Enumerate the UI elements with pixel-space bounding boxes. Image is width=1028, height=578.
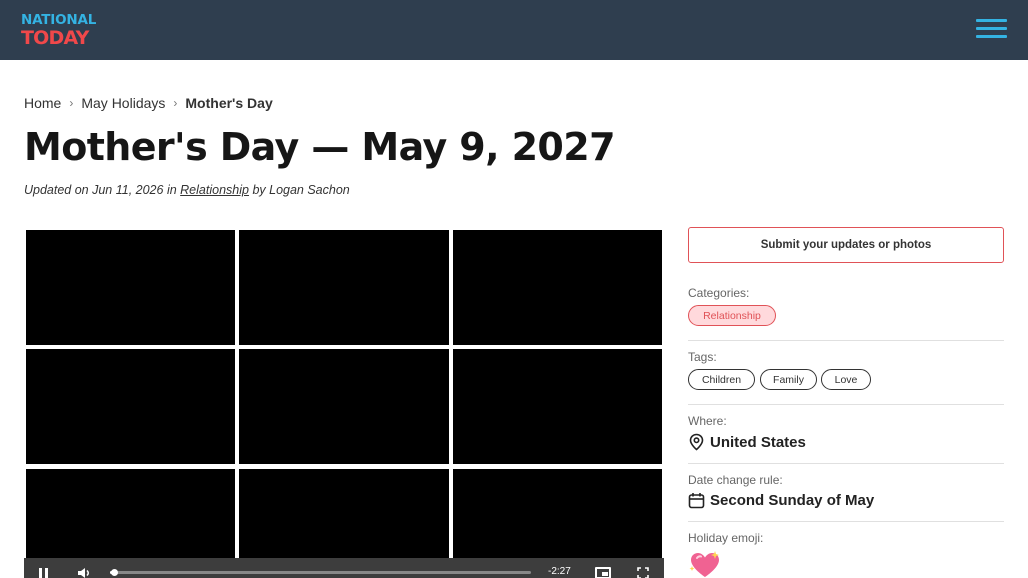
sidebar-divider <box>688 463 1004 464</box>
site-header: NATIONAL TODAY <box>0 0 1028 60</box>
tag-chip-family[interactable]: Family <box>760 369 817 390</box>
video-tile <box>453 469 662 569</box>
video-progress-bar[interactable] <box>110 569 531 576</box>
video-tile <box>453 230 662 345</box>
breadcrumb-separator-icon: › <box>173 96 178 110</box>
calendar-icon <box>688 493 705 509</box>
logo-line-today: TODAY <box>21 27 89 49</box>
map-pin-icon <box>689 433 704 451</box>
fullscreen-icon[interactable] <box>637 567 649 578</box>
time-remaining: -2:27 <box>548 566 571 577</box>
tag-chip-love[interactable]: Love <box>821 369 871 390</box>
video-progress-handle[interactable] <box>111 569 119 576</box>
video-tile <box>26 230 235 345</box>
page-title: Mother's Day — May 9, 2027 <box>24 125 616 169</box>
video-controls: -2:27 <box>24 558 664 578</box>
breadcrumb: Home › May Holidays › Mother's Day <box>24 94 273 112</box>
pause-icon[interactable] <box>39 568 49 578</box>
video-tile <box>239 349 449 464</box>
date-rule-value-text: Second Sunday of May <box>710 492 875 509</box>
category-link[interactable]: Relationship <box>180 183 249 197</box>
categories-label: Categories: <box>688 286 750 300</box>
volume-icon[interactable] <box>77 567 93 578</box>
hamburger-menu-icon[interactable] <box>976 18 1008 40</box>
breadcrumb-current: Mother's Day <box>185 95 273 111</box>
date-rule-label: Date change rule: <box>688 473 783 487</box>
where-value-text: United States <box>710 433 806 451</box>
where-label: Where: <box>688 414 727 428</box>
sidebar-divider <box>688 340 1004 341</box>
video-tile <box>26 349 235 464</box>
submit-updates-button[interactable]: Submit your updates or photos <box>688 227 1004 263</box>
national-today-logo[interactable]: NATIONAL TODAY <box>21 13 101 51</box>
emoji-label: Holiday emoji: <box>688 531 764 545</box>
updated-date: Updated on Jun 11, 2026 in <box>24 183 177 197</box>
breadcrumb-may-holidays[interactable]: May Holidays <box>81 95 165 111</box>
tags-label: Tags: <box>688 350 717 364</box>
article-meta: Updated on Jun 11, 2026 in Relationship … <box>24 183 350 197</box>
breadcrumb-home[interactable]: Home <box>24 95 61 111</box>
video-tile <box>453 349 662 464</box>
video-player[interactable]: -2:27 <box>24 228 664 578</box>
video-tile <box>239 469 449 569</box>
breadcrumb-separator-icon: › <box>69 96 74 110</box>
video-tile <box>239 230 449 345</box>
video-tile <box>26 469 235 569</box>
date-rule-value: Second Sunday of May <box>688 492 874 509</box>
author: by Logan Sachon <box>252 183 350 197</box>
logo-line-national: NATIONAL <box>21 12 97 28</box>
category-chip-relationship[interactable]: Relationship <box>688 305 776 326</box>
tag-chip-children[interactable]: Children <box>688 369 755 390</box>
picture-in-picture-icon[interactable] <box>595 567 611 578</box>
sidebar-divider <box>688 404 1004 405</box>
sidebar-divider <box>688 521 1004 522</box>
sparkling-heart-icon <box>689 551 719 577</box>
where-value: United States <box>688 433 806 451</box>
